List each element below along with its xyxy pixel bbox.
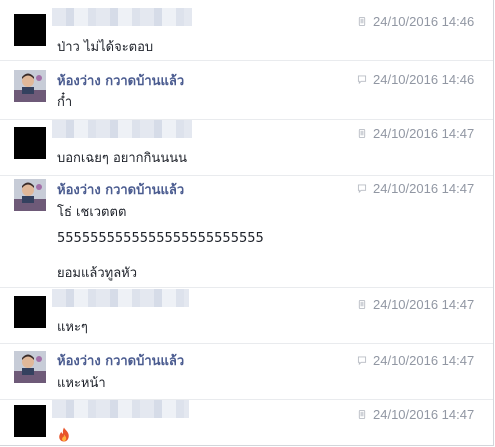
sender-name-redacted [52,400,189,418]
avatar[interactable] [14,405,46,437]
mobile-icon [358,16,366,26]
avatar[interactable] [14,179,46,211]
fire-emoji-icon [59,427,69,442]
timestamp: 24/10/2016 14:47 [373,125,475,141]
sender-name-redacted [52,8,192,26]
message-meta: 24/10/2016 14:47 [357,296,474,312]
message-group: ห้องว่าง กวาดบ้านแล้ว 24/10/2016 14:47 แ… [0,344,493,400]
message-text: 5555555555555555555555555 [57,231,264,246]
mobile-icon [358,409,366,419]
message-text: ป่าว ไม่ได้จะตอบ [57,40,154,55]
avatar[interactable] [14,296,46,328]
avatar[interactable] [14,70,46,102]
chat-bubble-icon [357,355,367,365]
message-text: แหะหน้า [57,376,106,391]
mobile-icon [358,299,366,309]
message-text: ยอมแล้วทูลหัว [57,266,138,281]
message-group: 24/10/2016 14:47 บอกเฉยๆ อยากกินนนน [0,120,493,176]
message-meta: 24/10/2016 14:47 [357,125,474,141]
timestamp: 24/10/2016 14:47 [373,296,475,312]
sender-name[interactable]: ห้องว่าง กวาดบ้านแล้ว [57,70,184,91]
message-meta: 24/10/2016 14:46 [357,71,474,87]
conversation-thread: 24/10/2016 14:46 ป่าว ไม่ได้จะตอบ ห้องว่… [0,0,494,446]
message-meta: 24/10/2016 14:47 [357,352,474,368]
message-meta: 24/10/2016 14:47 [357,406,474,422]
chat-bubble-icon [357,74,367,84]
message-meta: 24/10/2016 14:47 [357,180,474,196]
sender-name[interactable]: ห้องว่าง กวาดบ้านแล้ว [57,179,184,200]
timestamp: 24/10/2016 14:47 [373,406,475,422]
sender-name[interactable]: ห้องว่าง กวาดบ้านแล้ว [57,350,184,371]
mobile-icon [358,128,366,138]
profile-photo-icon [14,70,46,102]
message-text: บอกเฉยๆ อยากกินนนน [57,151,187,166]
avatar[interactable] [14,351,46,383]
avatar[interactable] [14,127,46,159]
message-text: ก๋ำ [57,95,73,110]
message-text: แหะๆ [57,320,88,335]
chat-bubble-icon [357,183,367,193]
message-group: ห้องว่าง กวาดบ้านแล้ว 24/10/2016 14:46 ก… [0,61,493,120]
message-group: ห้องว่าง กวาดบ้านแล้ว 24/10/2016 14:47 โ… [0,176,493,288]
sender-name-redacted [52,289,189,307]
message-group: 24/10/2016 14:47 [0,400,493,445]
sender-name-redacted [52,120,192,138]
message-group: 24/10/2016 14:46 ป่าว ไม่ได้จะตอบ [0,0,493,61]
message-text: โธ่ เชเวตตต [57,205,127,220]
message-meta: 24/10/2016 14:46 [357,13,474,29]
avatar[interactable] [14,14,46,46]
timestamp: 24/10/2016 14:46 [373,13,475,29]
profile-photo-icon [14,179,46,211]
timestamp: 24/10/2016 14:47 [373,180,475,196]
profile-photo-icon [14,351,46,383]
timestamp: 24/10/2016 14:47 [373,352,475,368]
message-group: 24/10/2016 14:47 แหะๆ [0,288,493,344]
timestamp: 24/10/2016 14:46 [373,71,475,87]
